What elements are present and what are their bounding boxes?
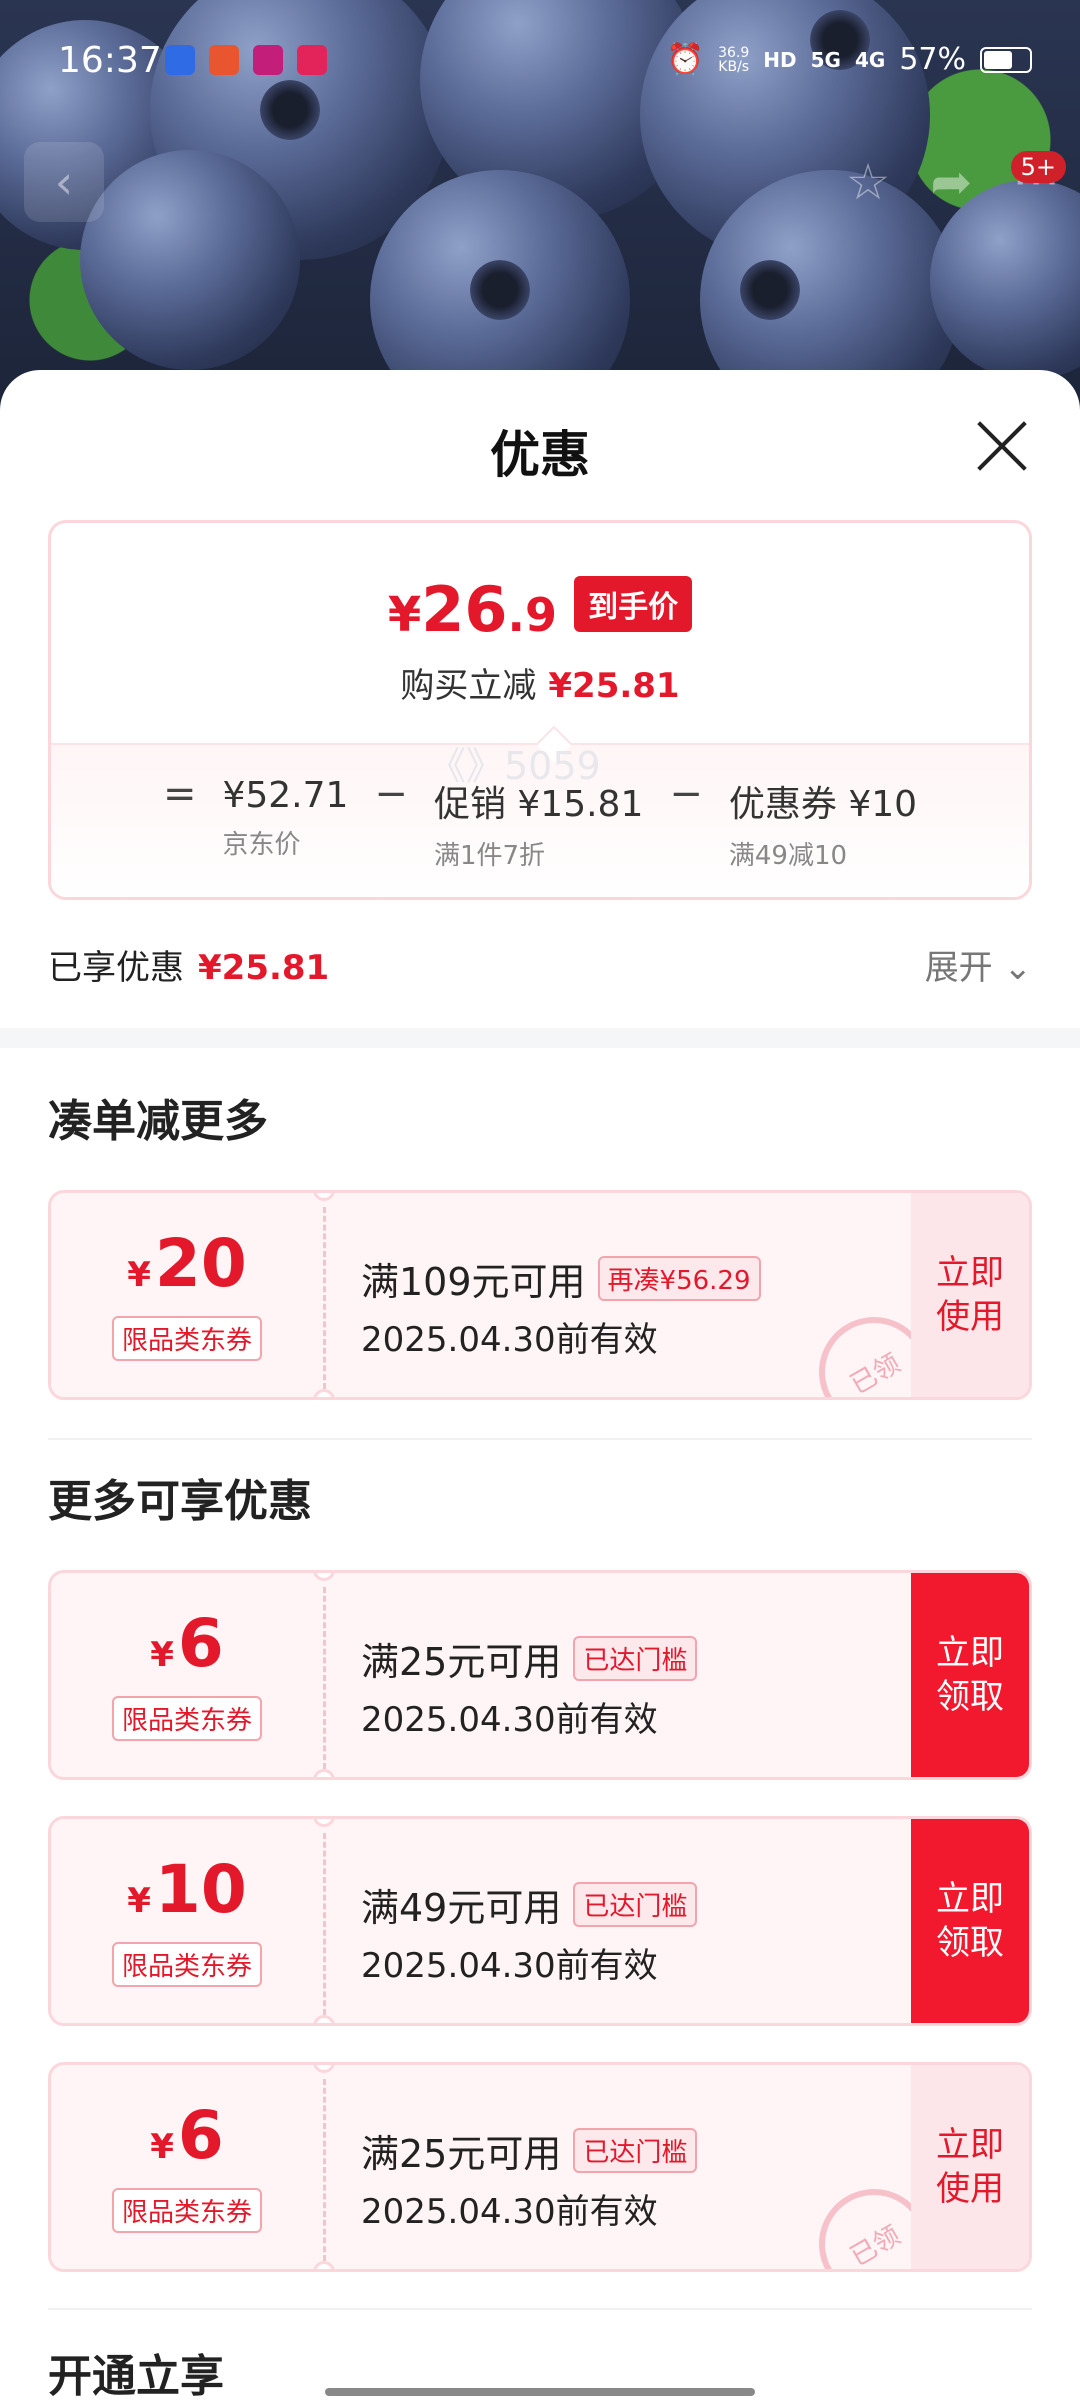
section-divider: [0, 1028, 1080, 1048]
expand-button[interactable]: 展开 ⌄: [925, 940, 1032, 989]
coupon-expiry: 2025.04.30前有效: [361, 1946, 658, 1986]
battery-percent: 57%: [899, 42, 966, 77]
battery-icon: [980, 46, 1032, 73]
price-summary-card: ¥26.9 到手价 购买立减 ¥25.81 = ¥52.71 京东价 − 促销 ¥…: [48, 520, 1032, 900]
hd-icon: HD: [763, 47, 797, 72]
shopping-app-icon: [209, 45, 239, 75]
coupon-condition-tag: 已达门槛: [573, 1882, 698, 1927]
jd-price: ¥52.71 京东价: [222, 775, 349, 860]
home-indicator[interactable]: [325, 2388, 755, 2396]
coupon-expiry: 2025.04.30前有效: [361, 1700, 658, 1740]
status-bar: 16:37 ⏰ 36.9 KB/s HD 5G 4G 57%: [0, 0, 1080, 120]
coupon-amount: ¥6: [150, 2097, 224, 2174]
close-icon[interactable]: [972, 415, 1032, 475]
watermark: 《》5059: [428, 744, 601, 788]
use-coupon-button[interactable]: 立即 使用: [911, 2065, 1029, 2269]
section-title-membership: 开通立享: [48, 2351, 224, 2400]
favorite-star-icon[interactable]: ☆: [846, 153, 891, 211]
instant-discount: 购买立减 ¥25.81: [400, 666, 680, 706]
coupon-condition: 满109元可用: [361, 1260, 586, 1304]
coupon-type-tag: 限品类东券: [111, 1696, 262, 1741]
coupon-amount: ¥10: [127, 1851, 247, 1928]
back-icon[interactable]: ‹: [24, 142, 104, 222]
coupon-amount: ¥6: [150, 1605, 224, 1682]
coupon-condition-tag: 已达门槛: [573, 2128, 698, 2173]
coupon-amount: ¥20: [127, 1225, 247, 1302]
coupon-card: ¥6 限品类东券 满25元可用 已达门槛 2025.04.30前有效 已领 立即 …: [48, 2062, 1032, 2272]
claim-coupon-button[interactable]: 立即 领取: [911, 1573, 1029, 1777]
coupon-condition: 满25元可用: [361, 1640, 562, 1684]
section-title-combine: 凑单减更多: [48, 1096, 268, 1147]
coupon-condition: 满49元可用: [361, 1886, 562, 1930]
page-nav: ‹ ☆ ➦ ··· 5+: [24, 140, 1066, 224]
message-badge: 5+: [1010, 151, 1066, 183]
coupon-type-tag: 限品类东券: [111, 1942, 262, 1987]
coupon-condition: 满25元可用: [361, 2132, 562, 2176]
section-title-more: 更多可享优惠: [48, 1476, 312, 1527]
status-time: 16:37: [58, 40, 162, 81]
coupon-discount: 优惠券 ¥10 满49减10: [728, 784, 918, 871]
status-right: ⏰ 36.9 KB/s HD 5G 4G 57%: [667, 42, 1032, 77]
coupon-condition-tag: 已达门槛: [573, 1636, 698, 1681]
coupon-expiry: 2025.04.30前有效: [361, 2192, 658, 2232]
final-price: ¥26.9 到手价: [51, 573, 1029, 646]
coupon-card: ¥6 限品类东券 满25元可用 已达门槛 2025.04.30前有效 立即 领取: [48, 1570, 1032, 1780]
final-price-tag: 到手价: [574, 576, 693, 632]
mall-app-icon: [253, 45, 283, 75]
use-coupon-button[interactable]: 立即 使用: [911, 1193, 1029, 1397]
sheet-title: 优惠: [490, 426, 590, 484]
coupon-card: ¥20 限品类东券 满109元可用 再凑¥56.29 2025.04.30前有效 …: [48, 1190, 1032, 1400]
coupon-type-tag: 限品类东券: [111, 1316, 262, 1361]
baidu-app-icon: [165, 45, 195, 75]
coupon-type-tag: 限品类东券: [111, 2188, 262, 2233]
enjoyed-discount: 已享优惠 ¥25.81: [48, 948, 330, 988]
coupon-condition-tag: 再凑¥56.29: [597, 1256, 761, 1301]
signal-4g-icon: 4G: [854, 47, 886, 72]
signal-5g-icon: 5G: [810, 47, 841, 72]
claim-coupon-button[interactable]: 立即 领取: [911, 1819, 1029, 2023]
coupon-expiry: 2025.04.30前有效: [361, 1320, 658, 1360]
net-speed: 36.9 KB/s: [718, 44, 750, 75]
notification-icons: [165, 45, 327, 75]
coupon-card: ¥10 限品类东券 满49元可用 已达门槛 2025.04.30前有效 立即 领取: [48, 1816, 1032, 2026]
alarm-icon: ⏰: [666, 42, 705, 77]
discount-sheet: 优惠 ¥26.9 到手价 购买立减¥25.81 = ¥52.71 京东价 −: [0, 370, 1080, 2400]
taobao-app-icon: [297, 45, 327, 75]
chevron-down-icon: ⌄: [1003, 948, 1033, 988]
share-icon[interactable]: ➦: [930, 153, 972, 211]
